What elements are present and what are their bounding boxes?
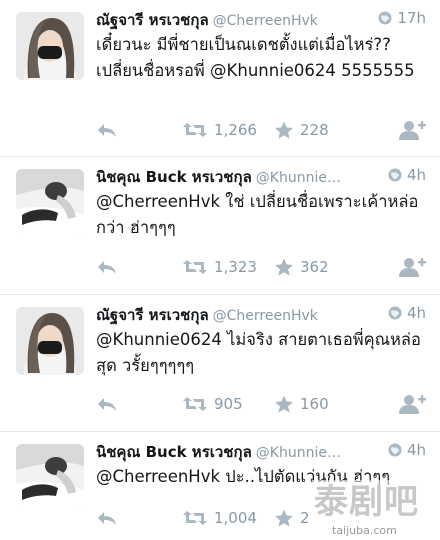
retweet-button[interactable]: 1,323 xyxy=(182,255,257,279)
like-button[interactable]: 362 xyxy=(274,255,329,279)
tweet-text: @CherreenHvk ใช่ เปลี่ยนชื่อเพราะเค้าหล่… xyxy=(96,192,419,237)
reply-icon xyxy=(98,398,116,411)
tweet-actions: 1,266 228 xyxy=(96,118,426,142)
timestamp[interactable]: 4h xyxy=(407,304,426,322)
display-name[interactable]: ณัฐจารี หรเวชกุล xyxy=(96,11,209,29)
tweet-text: @Khunnie0624 ไม่จริง สายตาเธอพี่คุณหล่อส… xyxy=(96,330,421,375)
follow-button[interactable] xyxy=(398,118,426,142)
tweet-meta: 4h xyxy=(383,441,426,459)
like-count: 228 xyxy=(300,121,329,139)
like-button[interactable]: 2 xyxy=(274,506,310,530)
tweet[interactable]: ณัฐจารี หรเวชกุล @CherreenHvk 4h @Khunnie… xyxy=(0,295,440,432)
reply-icon xyxy=(98,261,116,274)
tweet-meta: 17h xyxy=(374,9,426,27)
tweet-meta: 4h xyxy=(383,166,426,184)
timestamp[interactable]: 4h xyxy=(407,166,426,184)
avatar[interactable] xyxy=(16,12,84,80)
reply-button[interactable] xyxy=(96,392,118,416)
reply-button[interactable] xyxy=(96,118,118,142)
retweet-icon xyxy=(183,260,207,274)
add-user-icon xyxy=(399,258,426,277)
like-count: 2 xyxy=(300,509,310,527)
user-handle[interactable]: @CherreenHvk xyxy=(213,13,318,29)
retweet-button[interactable]: 905 xyxy=(182,392,243,416)
user-handle[interactable]: @CherreenHvk xyxy=(213,308,318,324)
star-icon xyxy=(275,121,293,139)
watermark-url: taijuba.com xyxy=(332,524,397,537)
retweet-count: 1,266 xyxy=(214,121,257,139)
tweet-text: เดี๋ยวนะ มีพี่ชายเป็นณเดชตั้งแต่เมื่อไหร… xyxy=(96,35,415,80)
display-name[interactable]: นิชคุณ Buck หรเวชกุล xyxy=(96,168,252,186)
reply-icon xyxy=(98,124,116,137)
add-user-icon xyxy=(399,395,426,414)
site-watermark: 泰剧吧 taijuba.com xyxy=(312,480,440,540)
follow-button[interactable] xyxy=(398,392,426,416)
follow-button[interactable] xyxy=(398,255,426,279)
avatar[interactable] xyxy=(16,307,84,375)
reply-button[interactable] xyxy=(96,506,118,530)
tweet-meta: 4h xyxy=(383,304,426,322)
timeline-feed: ณัฐจารี หรเวชกุล @CherreenHvk 17h เดี๋ยวน… xyxy=(0,0,440,540)
like-button[interactable]: 160 xyxy=(274,392,329,416)
avatar[interactable] xyxy=(16,169,84,237)
user-handle[interactable]: @Khunnie… xyxy=(256,170,341,186)
add-user-icon xyxy=(399,121,426,140)
reply-button[interactable] xyxy=(96,255,118,279)
display-name[interactable]: นิชคุณ Buck หรเวชกุล xyxy=(96,443,252,461)
like-button[interactable]: 228 xyxy=(274,118,329,142)
retweet-icon xyxy=(183,511,207,525)
globe-icon xyxy=(378,11,392,25)
star-icon xyxy=(275,395,293,413)
user-handle[interactable]: @Khunnie… xyxy=(256,445,341,461)
like-count: 160 xyxy=(300,395,329,413)
globe-icon xyxy=(388,306,402,320)
globe-icon xyxy=(388,168,402,182)
star-icon xyxy=(275,509,293,527)
tweet[interactable]: ณัฐจารี หรเวชกุล @CherreenHvk 17h เดี๋ยวน… xyxy=(0,0,440,157)
tweet-header: ณัฐจารี หรเวชกุล @CherreenHvk 4h xyxy=(96,303,426,325)
retweet-button[interactable]: 1,266 xyxy=(182,118,257,142)
avatar[interactable] xyxy=(16,444,84,512)
retweet-button[interactable]: 1,004 xyxy=(182,506,257,530)
display-name[interactable]: ณัฐจารี หรเวชกุล xyxy=(96,306,209,324)
tweet[interactable]: นิชคุณ Buck หรเวชกุล @Khunnie… 4h @Cherre… xyxy=(0,157,440,295)
retweet-icon xyxy=(183,397,207,411)
reply-icon xyxy=(98,512,116,525)
tweet-actions: 1,323 362 xyxy=(96,255,426,279)
timestamp[interactable]: 17h xyxy=(397,9,426,27)
retweet-count: 905 xyxy=(214,395,243,413)
star-icon xyxy=(275,258,293,276)
tweet-actions: 905 160 xyxy=(96,392,426,416)
globe-icon xyxy=(388,443,402,457)
watermark-logo-text: 泰剧吧 xyxy=(314,482,419,522)
tweet-header: นิชคุณ Buck หรเวชกุล @Khunnie… 4h xyxy=(96,440,426,462)
tweet-header: ณัฐจารี หรเวชกุล @CherreenHvk 17h xyxy=(96,8,426,30)
tweet-header: นิชคุณ Buck หรเวชกุล @Khunnie… 4h xyxy=(96,165,426,187)
like-count: 362 xyxy=(300,258,329,276)
retweet-count: 1,004 xyxy=(214,509,257,527)
timestamp[interactable]: 4h xyxy=(407,441,426,459)
retweet-icon xyxy=(183,123,207,137)
retweet-count: 1,323 xyxy=(214,258,257,276)
